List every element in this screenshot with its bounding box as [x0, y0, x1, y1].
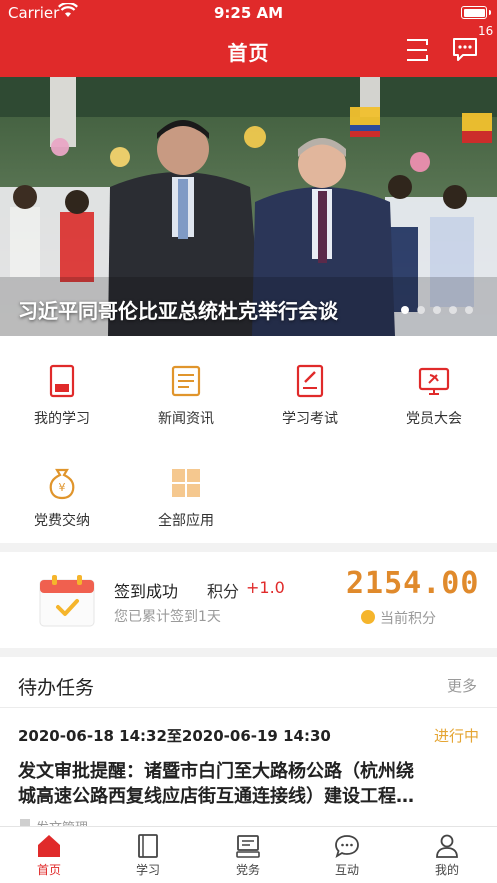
sign-status-title: 签到成功 — [114, 582, 179, 601]
party-meeting-icon — [418, 367, 450, 395]
grid-item-label: 新闻资讯 — [158, 411, 214, 427]
grid-item-my-study[interactable]: 我的学习 — [0, 364, 124, 428]
total-points: 2154.00 — [346, 566, 480, 601]
tab-interaction[interactable]: 互动 — [317, 833, 377, 878]
divider — [0, 707, 497, 708]
home-icon — [38, 835, 60, 857]
status-bar: Carrier 9:25 AM — [0, 0, 497, 26]
battery-icon — [461, 6, 491, 19]
grid-item-label: 党员大会 — [406, 411, 462, 427]
todo-title-line: 发文审批提醒：诸暨市白门至大路杨公路（杭州绕 — [18, 761, 414, 782]
grid-item-party-fee[interactable]: ¥ 党费交纳 — [0, 466, 124, 530]
tab-party-affairs[interactable]: 党务 — [218, 833, 278, 878]
todo-section: 待办任务 更多 2020-06-18 14:32至2020-06-19 14:3… — [0, 657, 497, 827]
book-icon — [138, 834, 158, 858]
banner-caption[interactable]: 习近平同哥伦比亚总统杜克举行会谈 — [18, 295, 338, 324]
todo-header: 待办任务 — [18, 677, 95, 699]
message-icon[interactable] — [452, 37, 478, 62]
sign-days-subtitle: 您已累计签到1天 — [114, 609, 221, 625]
party-affairs-icon — [236, 835, 260, 858]
message-badge: 16 — [478, 24, 494, 38]
todo-date-range: 2020-06-18 14:32至2020-06-19 14:30 — [18, 727, 331, 745]
points-label: 积分 — [207, 582, 240, 601]
news-icon — [171, 365, 201, 397]
grid-item-label: 我的学习 — [34, 411, 90, 427]
tab-label: 党务 — [235, 863, 260, 877]
pagination-dot[interactable] — [433, 306, 441, 314]
todo-title-line: 城高速公路西复线应店街互通连接线）建设工程… — [18, 786, 414, 807]
banner-pagination — [401, 306, 473, 314]
tab-label: 互动 — [334, 863, 359, 877]
my-study-icon — [49, 364, 75, 398]
exam-icon — [296, 364, 324, 398]
pagination-dot[interactable] — [465, 306, 473, 314]
sign-in-card[interactable]: 签到成功 积分 +1.0 您已累计签到1天 2154.00 当前积分 — [0, 552, 497, 648]
tab-label: 首页 — [36, 863, 61, 877]
tab-label: 学习 — [135, 863, 160, 877]
scan-icon[interactable] — [405, 38, 429, 62]
top-bar: Carrier 9:25 AM 首页 16 — [0, 0, 497, 77]
party-fee-icon: ¥ — [49, 468, 75, 500]
tab-study[interactable]: 学习 — [118, 833, 178, 878]
grid-item-exam[interactable]: 学习考试 — [248, 364, 372, 428]
tab-home[interactable]: 首页 — [19, 833, 79, 878]
grid-item-label: 全部应用 — [158, 513, 214, 529]
tab-bar: 首页 学习 党务 互动 我的 — [0, 826, 497, 883]
todo-item-title[interactable]: 发文审批提醒：诸暨市白门至大路杨公路（杭州绕 城高速公路西复线应店街互通连接线）… — [18, 759, 480, 809]
points-increment: +1.0 — [246, 578, 285, 597]
status-time: 9:25 AM — [213, 4, 284, 22]
grid-item-label: 党费交纳 — [34, 513, 90, 529]
tab-profile[interactable]: 我的 — [417, 833, 477, 878]
news-banner[interactable]: 习近平同哥伦比亚总统杜克举行会谈 — [0, 77, 497, 336]
function-grid: 我的学习 新闻资讯 学习考试 党员大会 ¥ 党费交纳 全部应用 — [0, 336, 497, 543]
current-points-label: 当前积分 — [380, 611, 436, 627]
calendar-check-icon — [39, 575, 95, 627]
todo-more-link[interactable]: 更多 — [447, 675, 477, 696]
all-apps-icon — [172, 469, 200, 497]
grid-item-all-apps[interactable]: 全部应用 — [124, 466, 248, 530]
tab-label: 我的 — [434, 863, 459, 877]
pagination-dot[interactable] — [401, 306, 409, 314]
svg-text:¥: ¥ — [59, 481, 66, 494]
grid-item-label: 学习考试 — [282, 411, 338, 427]
grid-item-party-meeting[interactable]: 党员大会 — [372, 364, 496, 428]
grid-item-news[interactable]: 新闻资讯 — [124, 364, 248, 428]
todo-status-badge: 进行中 — [433, 727, 479, 745]
pagination-dot[interactable] — [417, 306, 425, 314]
coin-icon — [361, 610, 375, 624]
profile-icon — [436, 834, 458, 858]
chat-icon — [335, 835, 359, 858]
pagination-dot[interactable] — [449, 306, 457, 314]
